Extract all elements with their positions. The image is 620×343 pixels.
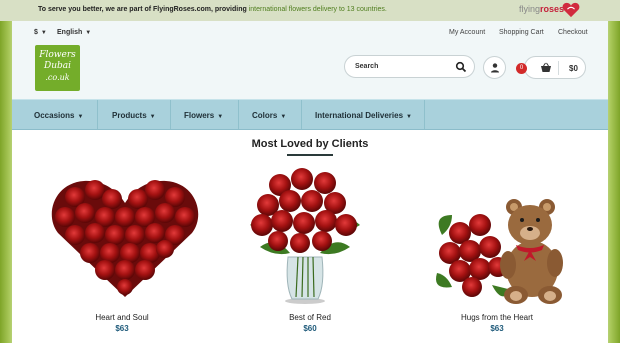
product-name[interactable]: Heart and Soul	[42, 313, 202, 322]
language-value: English	[57, 29, 83, 36]
main-content: Most Loved by Clients Heart and Soul $63…	[12, 130, 608, 343]
chevron-down-icon: ▼	[85, 30, 92, 36]
chevron-down-icon: ▼	[149, 114, 156, 120]
account-button[interactable]	[483, 56, 506, 79]
nav-separator	[170, 100, 171, 129]
nav-item-products[interactable]: Products ▼	[112, 100, 156, 129]
site-header: $ ▼ English ▼ Flowers Dubai .co.uk My Acco…	[12, 21, 608, 99]
basket-icon	[541, 62, 551, 72]
currency-selector[interactable]: $ ▼	[34, 29, 47, 36]
logo-line-1: Flowers	[39, 50, 76, 60]
chevron-down-icon: ▼	[77, 114, 84, 120]
title-underline	[287, 154, 333, 156]
heart-icon	[562, 2, 580, 18]
product-price: $63	[115, 324, 129, 333]
product-price: $63	[490, 324, 504, 333]
top-banner: To serve you better, we are part of Flyi…	[0, 0, 620, 21]
logo-line-3: .co.uk	[45, 73, 70, 82]
nav-item-occasions[interactable]: Occasions ▼	[34, 100, 83, 129]
chevron-down-icon: ▼	[280, 114, 287, 120]
product-image-hugs-from-the-heart[interactable]	[432, 195, 567, 310]
banner-message: To serve you better, we are part of Flyi…	[38, 6, 387, 13]
flyingroses-logo-accent: roses	[540, 4, 565, 14]
nav-item-label: Colors	[252, 111, 278, 120]
nav-item-label: International Deliveries	[315, 111, 404, 120]
flyingroses-logo-main: flying	[519, 4, 541, 14]
main-nav: Occasions ▼ Products ▼ Flowers ▼ Colors ▼ In…	[12, 99, 608, 130]
product-name[interactable]: Hugs from the Heart	[417, 313, 577, 322]
banner-message-text: To serve you better, we are part of Flyi…	[38, 6, 247, 13]
product-price: $60	[303, 324, 317, 333]
nav-separator	[301, 100, 302, 129]
product-image-best-of-red[interactable]	[240, 165, 370, 305]
nav-item-flowers[interactable]: Flowers ▼	[184, 100, 223, 129]
site-logo[interactable]: Flowers Dubai .co.uk	[35, 45, 80, 91]
nav-item-label: Flowers	[184, 111, 215, 120]
search-icon[interactable]	[455, 61, 467, 73]
chevron-down-icon: ▼	[40, 30, 47, 36]
product-image-heart-and-soul[interactable]	[50, 175, 200, 300]
checkout-link[interactable]: Checkout	[558, 29, 588, 36]
cart-button[interactable]: $0	[524, 56, 586, 79]
section-title: Most Loved by Clients	[251, 138, 369, 150]
search-input[interactable]: Search	[355, 63, 378, 70]
chevron-down-icon: ▼	[217, 114, 224, 120]
search-box[interactable]: Search	[344, 55, 475, 78]
user-icon	[491, 63, 499, 73]
product-name[interactable]: Best of Red	[230, 313, 390, 322]
cart-divider	[558, 61, 559, 75]
cart-total: $0	[569, 64, 578, 73]
nav-separator	[238, 100, 239, 129]
nav-separator	[97, 100, 98, 129]
currency-value: $	[34, 29, 38, 36]
chevron-down-icon: ▼	[406, 114, 412, 120]
flyingroses-logo[interactable]: flyingroses	[519, 4, 564, 14]
nav-separator	[424, 100, 425, 129]
nav-item-label: Products	[112, 111, 147, 120]
nav-item-international-deliveries[interactable]: International Deliveries ▼	[315, 100, 412, 129]
banner-highlight-link[interactable]: international flowers delivery to 13 cou…	[249, 6, 387, 13]
cart-count-badge: 0	[516, 63, 527, 74]
language-selector[interactable]: English ▼	[57, 29, 91, 36]
nav-item-label: Occasions	[34, 111, 75, 120]
shopping-cart-link[interactable]: Shopping Cart	[499, 29, 544, 36]
logo-line-2: Dubai	[43, 61, 72, 71]
my-account-link[interactable]: My Account	[449, 29, 485, 36]
nav-item-colors[interactable]: Colors ▼	[252, 100, 286, 129]
